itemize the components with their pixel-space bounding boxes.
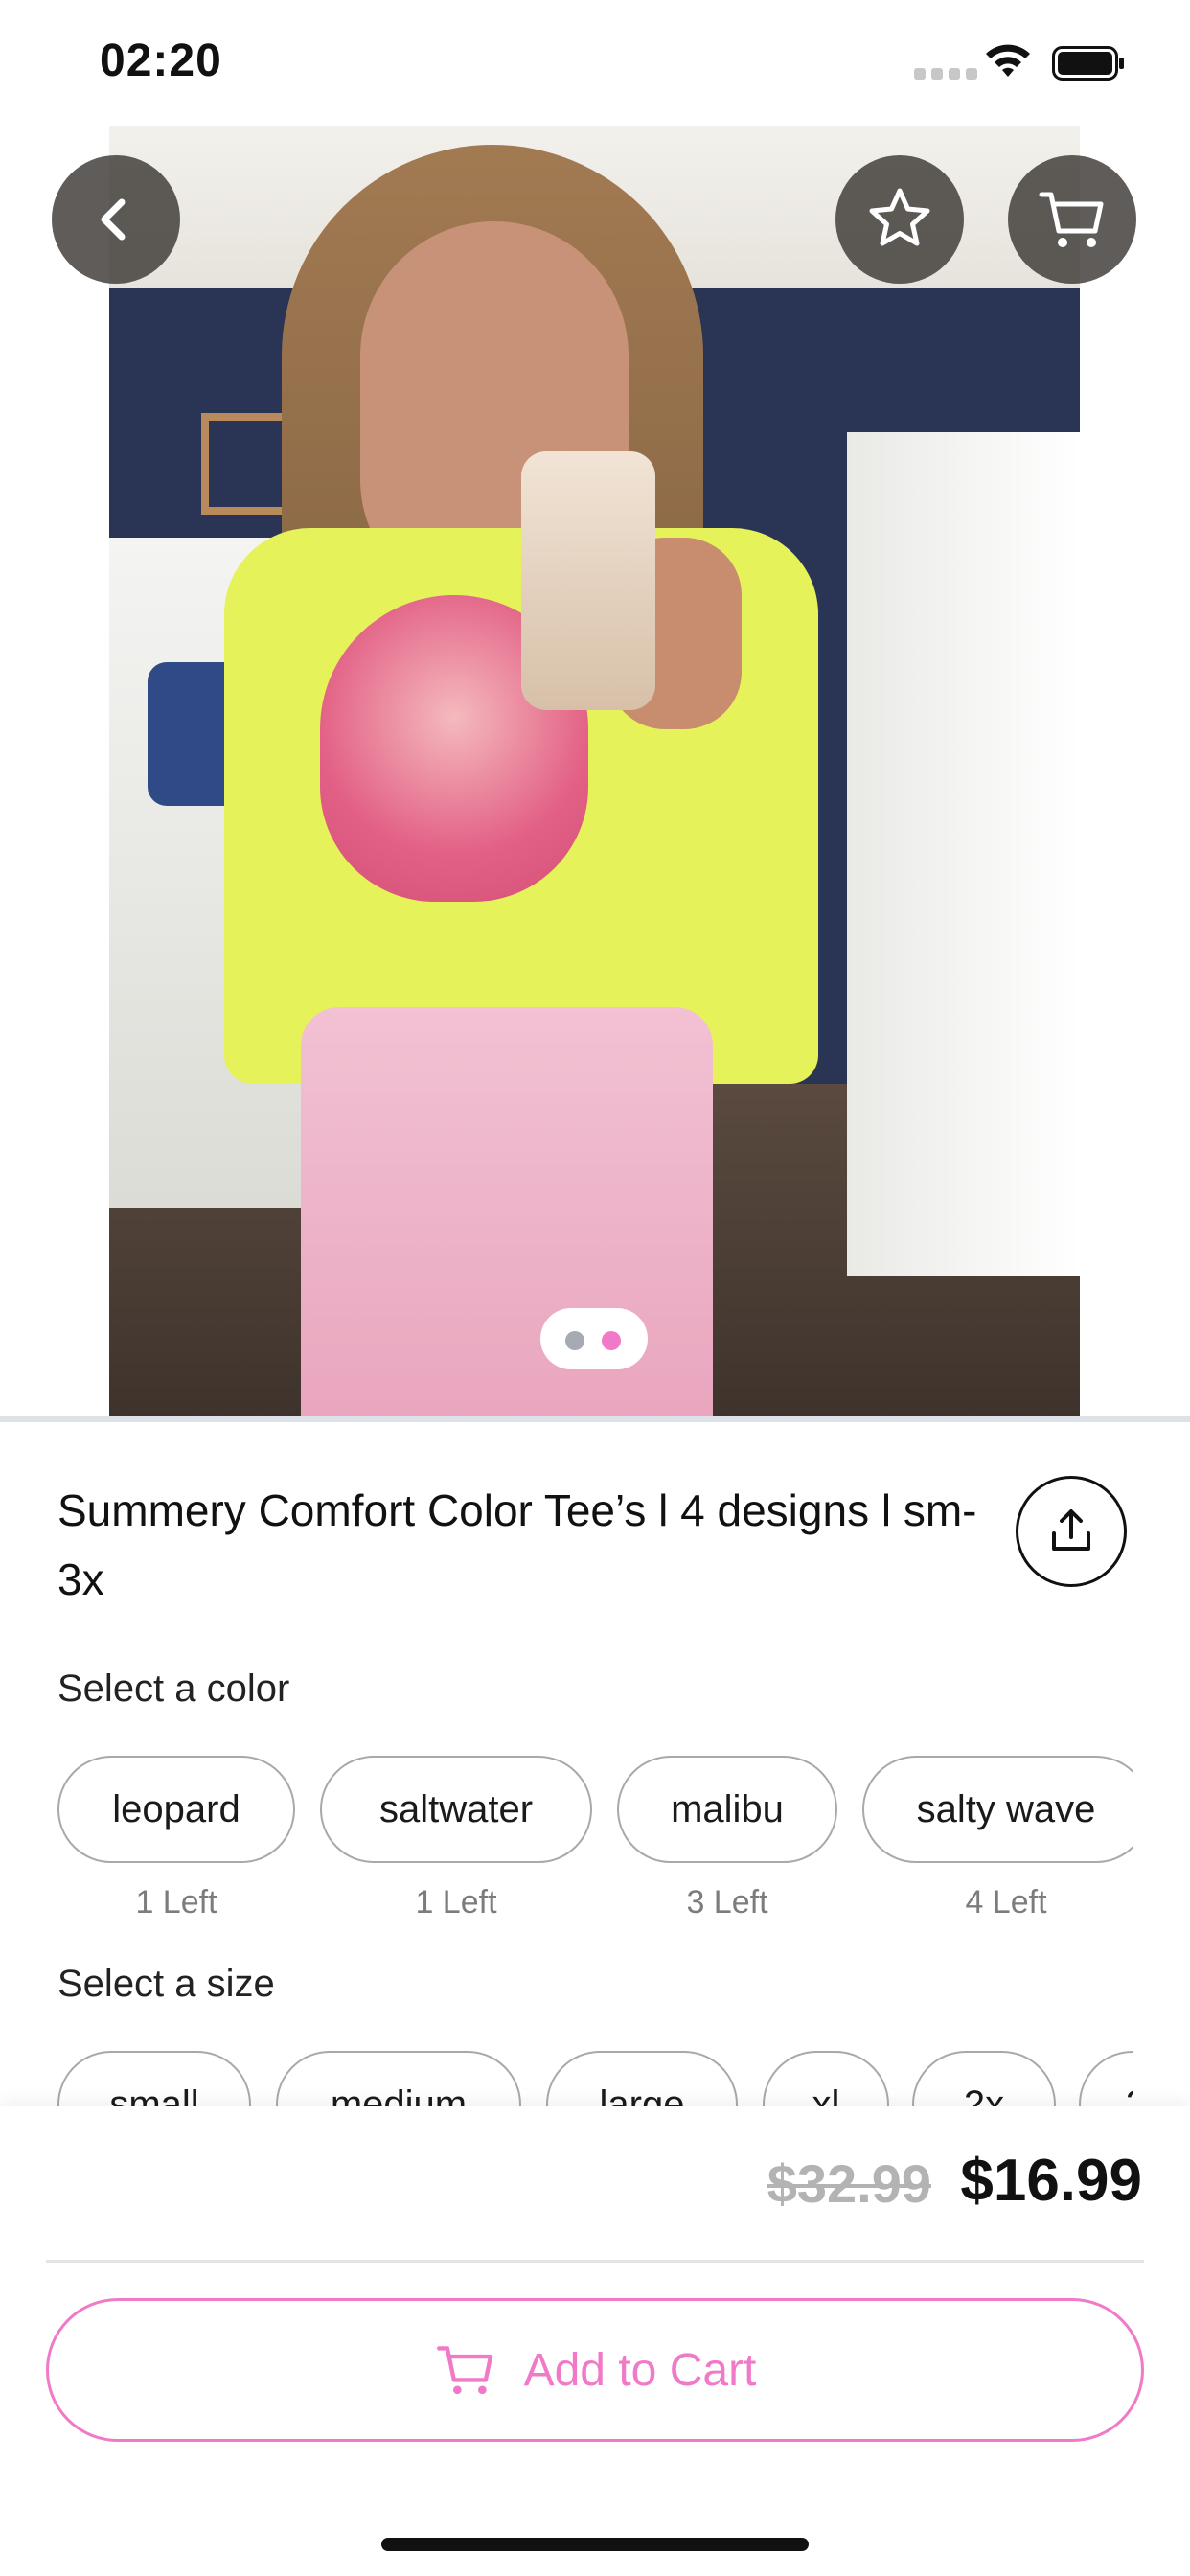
- divider: [46, 2260, 1144, 2263]
- color-chip-saltwater[interactable]: saltwater: [320, 1756, 592, 1863]
- chip-label: malibu: [671, 1787, 784, 1830]
- image-page-indicator[interactable]: [540, 1308, 648, 1369]
- add-to-cart-button[interactable]: Add to Cart: [46, 2298, 1144, 2442]
- color-chip-salty-wave[interactable]: salty wave: [862, 1756, 1150, 1863]
- sale-price: $16.99: [960, 2148, 1142, 2214]
- cart-button[interactable]: [1008, 155, 1136, 284]
- wifi-icon: [986, 44, 1030, 77]
- star-icon: [869, 188, 930, 246]
- color-options: leopard 1 Left saltwater 1 Left malibu 3…: [57, 1756, 1150, 1920]
- add-to-cart-label: Add to Cart: [523, 2344, 757, 2396]
- battery-icon: [1052, 46, 1124, 80]
- share-icon: [1052, 1509, 1090, 1551]
- chevron-left-icon: [101, 198, 126, 241]
- home-indicator[interactable]: [381, 2538, 809, 2551]
- color-chip-malibu[interactable]: malibu: [617, 1756, 837, 1863]
- product-image[interactable]: [109, 126, 1080, 1418]
- color-chip-leopard[interactable]: leopard: [57, 1756, 295, 1863]
- status-time: 02:20: [100, 35, 222, 86]
- chip-label: salty wave: [916, 1787, 1096, 1830]
- size-section-label: Select a size: [57, 1963, 275, 2005]
- back-button[interactable]: [52, 155, 180, 284]
- page-dot-1[interactable]: [565, 1331, 584, 1350]
- chip-label: leopard: [112, 1787, 240, 1830]
- color-section-label: Select a color: [57, 1668, 290, 1710]
- purchase-bar: $32.99 $16.99 Add to Cart: [0, 2106, 1190, 2576]
- stock-label: 1 Left: [415, 1884, 497, 1920]
- share-button[interactable]: [1016, 1476, 1127, 1587]
- cart-icon: [436, 2346, 492, 2395]
- favorite-button[interactable]: [835, 155, 964, 284]
- chip-label: saltwater: [378, 1787, 534, 1830]
- product-title: Summery Comfort Color Tee’s l 4 designs …: [57, 1485, 977, 1604]
- divider: [0, 1416, 1190, 1422]
- cart-icon: [1039, 192, 1104, 247]
- stock-label: 3 Left: [686, 1884, 768, 1920]
- status-bar: 02:20: [0, 0, 1190, 125]
- stock-label: 4 Left: [965, 1884, 1047, 1920]
- stock-label: 1 Left: [135, 1884, 217, 1920]
- cellular-signal-icon: [914, 67, 983, 84]
- page-dot-2[interactable]: [602, 1331, 621, 1350]
- original-price: $32.99: [767, 2153, 931, 2214]
